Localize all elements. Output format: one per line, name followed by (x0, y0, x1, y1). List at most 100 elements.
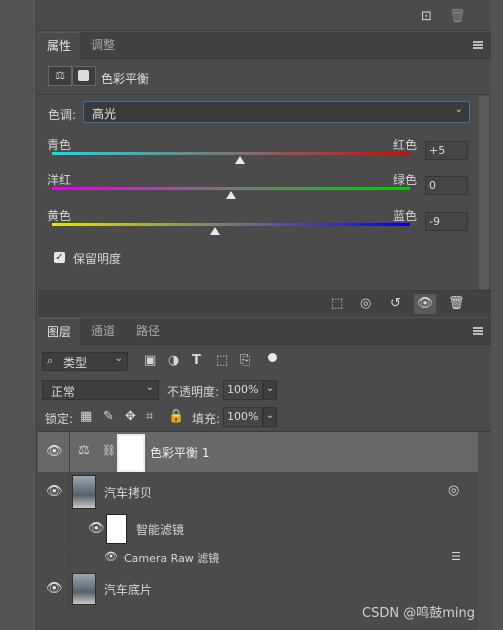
opacity-chevron-icon[interactable]: ⌄ (263, 380, 277, 400)
chevron-down-icon: ⌄ (454, 104, 463, 115)
fill-field[interactable]: 100% (223, 407, 263, 427)
layers-tabbar: 图层 通道 路径 (38, 318, 491, 345)
adjustment-filter-icon[interactable]: ◑ (168, 354, 179, 368)
view-previous-icon[interactable]: ◎ (360, 297, 371, 311)
top-panel-bottom: ⊡ 🗑 (38, 0, 491, 31)
adjustment-title: 色彩平衡 (101, 72, 150, 86)
magenta-green-value[interactable]: 0 (425, 176, 468, 195)
panel-menu-icon[interactable] (473, 327, 483, 335)
slider-red-label: 红色 (393, 138, 418, 152)
opacity-field[interactable]: 100% (223, 380, 263, 400)
divider (69, 546, 70, 568)
eye-icon[interactable]: 👁 (46, 581, 63, 596)
link-icon[interactable]: ⛓ (102, 444, 116, 458)
tab-paths[interactable]: 路径 (127, 318, 169, 344)
yellow-blue-track[interactable] (52, 223, 410, 226)
tab-adjustments[interactable]: 调整 (82, 32, 124, 58)
tab-channels[interactable]: 通道 (82, 318, 124, 344)
layer-row-camera-raw[interactable]: 👁 Camera Raw 滤镜 ☰ (38, 546, 478, 568)
eye-icon[interactable]: 👁 (88, 521, 105, 536)
filter-kind-value: 类型 (63, 356, 88, 370)
slider-yellow-label: 黄色 (47, 209, 72, 223)
divider (38, 94, 491, 95)
filter-name[interactable]: Camera Raw 滤镜 (124, 550, 219, 566)
eye-icon[interactable]: 👁 (104, 550, 118, 563)
layer-name[interactable]: 色彩平衡 1 (150, 444, 209, 461)
delete-icon[interactable]: 🗑 (448, 297, 465, 311)
yellow-blue-thumb[interactable] (209, 227, 220, 235)
divider (69, 512, 70, 544)
layer-name[interactable]: 汽车拷贝 (104, 484, 152, 501)
filter-kind-select[interactable]: ⌕ 类型 ⌄ (42, 352, 128, 371)
layer-thumbnail[interactable] (72, 475, 96, 509)
visibility-eye-icon[interactable]: 👁 (414, 294, 436, 314)
right-edge-strip (491, 0, 503, 630)
chevron-down-icon: ⌄ (114, 353, 123, 364)
lock-transparent-icon[interactable]: ▦ (80, 410, 92, 424)
fill-chevron-icon[interactable]: ⌄ (263, 407, 277, 427)
divider (69, 432, 70, 472)
opacity-label: 不透明度: (167, 385, 220, 399)
cyan-red-value[interactable]: +5 (425, 141, 468, 160)
tab-layers[interactable]: 图层 (38, 318, 81, 345)
smart-filters-label[interactable]: 智能滤镜 (136, 521, 184, 538)
blend-mode-select[interactable]: 正常 ⌄ (42, 380, 159, 400)
pixel-filter-icon[interactable]: ▣ (144, 354, 156, 368)
lock-move-icon[interactable]: ✥ (125, 410, 136, 424)
layer-row-color-balance[interactable]: 👁 ⚖ ⛓ 色彩平衡 1 (38, 432, 478, 472)
trash-icon[interactable]: 🗑 (449, 10, 466, 24)
layers-scrollbar[interactable] (478, 432, 490, 630)
clip-to-layer-icon[interactable]: ⬚ (331, 297, 343, 311)
magenta-green-thumb[interactable] (226, 191, 236, 199)
smart-object-filter-icon[interactable]: ⎘ (240, 354, 250, 368)
preserve-luminosity-label: 保留明度 (73, 252, 122, 266)
mask-icon[interactable] (72, 66, 96, 86)
properties-scrollbar[interactable] (479, 96, 489, 289)
watermark: CSDN @鸣鼓ming (362, 606, 475, 621)
reset-icon[interactable]: ↺ (390, 297, 401, 311)
shape-filter-icon[interactable]: ⬚ (216, 354, 228, 368)
tone-select[interactable]: 高光 ⌄ (83, 101, 470, 123)
chevron-down-icon: ⌄ (145, 382, 154, 393)
blend-mode-value: 正常 (51, 385, 76, 399)
magenta-green-track[interactable] (52, 187, 410, 190)
slider-cyan-label: 青色 (47, 138, 72, 152)
filter-options-icon[interactable]: ☰ (451, 550, 461, 564)
slider-blue-label: 蓝色 (393, 209, 418, 223)
lock-paint-icon[interactable]: ✎ (103, 410, 114, 424)
filter-toggle-icon[interactable] (268, 353, 277, 362)
lock-artboard-icon[interactable]: ⌗ (146, 410, 153, 424)
tab-properties[interactable]: 属性 (38, 32, 81, 59)
fill-label: 填充: (192, 412, 221, 426)
search-icon: ⌕ (47, 354, 54, 367)
lock-label: 锁定: (45, 412, 74, 426)
cyan-red-track[interactable] (52, 152, 410, 155)
panel-menu-icon[interactable] (473, 41, 483, 49)
divider (69, 472, 70, 512)
layer-name[interactable]: 汽车底片 (104, 581, 152, 598)
type-filter-icon[interactable]: T (192, 354, 201, 368)
yellow-blue-value[interactable]: -9 (425, 212, 468, 231)
properties-footer: ⬚ ◎ ↺ 👁 🗑 (38, 290, 491, 317)
balance-scale-icon: ⚖ (78, 443, 90, 458)
smart-filter-badge-icon: ◎ (448, 483, 460, 498)
slider-green-label: 绿色 (393, 173, 418, 187)
left-toolbar-strip (0, 0, 37, 630)
tone-select-value: 高光 (92, 107, 117, 121)
layer-row-smart-filters[interactable]: 👁 智能滤镜 (38, 512, 478, 544)
eye-icon[interactable]: 👁 (46, 484, 63, 499)
divider (69, 570, 70, 608)
eye-icon[interactable]: 👁 (46, 444, 63, 459)
layer-mask-thumb[interactable] (117, 434, 145, 472)
layer-row-car-copy[interactable]: 👁 汽车拷贝 ◎ (38, 472, 478, 512)
properties-tabbar: 属性 调整 (38, 32, 491, 59)
tone-label: 色调: (48, 108, 77, 122)
balance-scale-icon: ⚖ (48, 66, 72, 86)
slider-magenta-label: 洋红 (47, 173, 72, 187)
preserve-luminosity-checkbox[interactable]: ✓ (54, 252, 65, 263)
lock-all-icon[interactable]: 🔒 (168, 410, 184, 424)
layer-thumbnail[interactable] (72, 573, 96, 605)
cyan-red-thumb[interactable] (234, 156, 245, 164)
new-item-icon[interactable]: ⊡ (421, 10, 432, 24)
filter-mask-thumb[interactable] (106, 514, 127, 544)
